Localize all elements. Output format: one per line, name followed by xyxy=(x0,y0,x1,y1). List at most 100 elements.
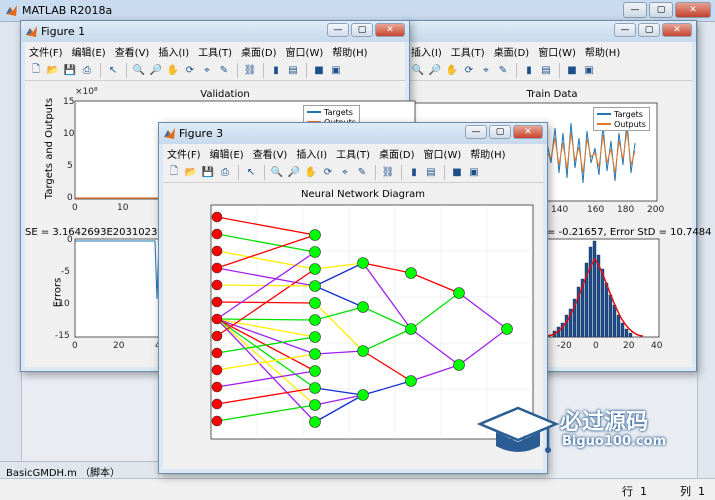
fig1-menu-window[interactable]: 窗口(W) xyxy=(286,44,324,59)
fig1-menu-desktop[interactable]: 桌面(D) xyxy=(241,44,277,59)
print-icon[interactable]: ⎙ xyxy=(79,63,95,78)
nn-node-input xyxy=(211,398,223,410)
fig1-menu-help[interactable]: 帮助(H) xyxy=(332,44,367,59)
fig3-menu-file[interactable]: 文件(F) xyxy=(167,146,201,161)
figure-3-titlebar[interactable]: Figure 3 — ▢ ✕ xyxy=(159,123,547,144)
fig3-menu-tools[interactable]: 工具(T) xyxy=(336,146,370,161)
nn-node-layer1 xyxy=(309,314,321,326)
brush-icon[interactable]: ✎ xyxy=(495,63,511,78)
maximize-button[interactable]: ▢ xyxy=(649,2,673,18)
open-file-icon[interactable]: 📂 xyxy=(45,63,61,78)
status-bar: 行 1 列 1 xyxy=(0,478,715,500)
editor-file-tab[interactable]: BasicGMDH.m （脚本） xyxy=(0,461,160,479)
zoom-in-icon[interactable]: 🔍 xyxy=(269,165,285,180)
fig2-menu-desktop[interactable]: 桌面(D) xyxy=(494,44,530,59)
fig1-menu-view[interactable]: 查看(V) xyxy=(115,44,150,59)
fig3-close-button[interactable]: ✕ xyxy=(513,125,543,139)
new-figure-icon[interactable]: 🗋 xyxy=(166,165,182,180)
fig3-menu-desktop[interactable]: 桌面(D) xyxy=(379,146,415,161)
fig3-maximize-button[interactable]: ▢ xyxy=(489,125,511,139)
link-plot-icon[interactable]: ⛓ xyxy=(242,63,258,78)
fig2-hist-xtick-0: 0 xyxy=(593,341,599,351)
new-figure-icon[interactable]: 🗋 xyxy=(28,63,44,78)
fig1-top-ylabel: Targets and Outputs xyxy=(44,97,56,200)
hide-tools-icon[interactable]: ■ xyxy=(311,63,327,78)
legend-icon[interactable]: ▤ xyxy=(285,63,301,78)
rotate-icon[interactable]: ⟳ xyxy=(182,63,198,78)
legend-icon[interactable]: ▤ xyxy=(538,63,554,78)
zoom-in-icon[interactable]: 🔍 xyxy=(131,63,147,78)
fig1-xtick-0: 0 xyxy=(72,203,78,213)
colorbar-icon[interactable]: ▮ xyxy=(406,165,422,180)
left-panel-strip xyxy=(0,22,22,478)
fig1-menu-tools[interactable]: 工具(T) xyxy=(198,44,232,59)
brush-icon[interactable]: ✎ xyxy=(354,165,370,180)
open-file-icon[interactable]: 📂 xyxy=(183,165,199,180)
rotate-icon[interactable]: ⟳ xyxy=(461,63,477,78)
fig2-menu-insert[interactable]: 插入(I) xyxy=(411,44,442,59)
save-icon[interactable]: 💾 xyxy=(62,63,78,78)
fig2-maximize-button[interactable]: ▢ xyxy=(638,23,660,37)
fig2-minimize-button[interactable]: — xyxy=(614,23,636,37)
link-plot-icon[interactable]: ⛓ xyxy=(380,165,396,180)
fig2-menu-tools[interactable]: 工具(T) xyxy=(451,44,485,59)
fig1-menu-file[interactable]: 文件(F) xyxy=(29,44,63,59)
save-icon[interactable]: 💾 xyxy=(200,165,216,180)
pan-icon[interactable]: ✋ xyxy=(303,165,319,180)
figure-1-titlebar[interactable]: Figure 1 — ▢ ✕ xyxy=(21,21,409,42)
fig2-menu-window[interactable]: 窗口(W) xyxy=(538,44,576,59)
fig1-close-button[interactable]: ✕ xyxy=(375,23,405,37)
hide-tools-icon[interactable]: ■ xyxy=(564,63,580,78)
fig1-menubar: 文件(F) 编辑(E) 查看(V) 插入(I) 工具(T) 桌面(D) 窗口(W… xyxy=(25,42,405,60)
fig3-menu-view[interactable]: 查看(V) xyxy=(253,146,288,161)
legend-icon[interactable]: ▤ xyxy=(423,165,439,180)
zoom-out-icon[interactable]: 🔎 xyxy=(427,63,443,78)
fig1-maximize-button[interactable]: ▢ xyxy=(351,23,373,37)
rotate-icon[interactable]: ⟳ xyxy=(320,165,336,180)
figure-2-titlebar[interactable]: — ▢ ✕ xyxy=(403,21,696,42)
brush-icon[interactable]: ✎ xyxy=(216,63,232,78)
close-button[interactable]: ✕ xyxy=(675,2,711,18)
colorbar-icon[interactable]: ▮ xyxy=(521,63,537,78)
data-cursor-icon[interactable]: ⌖ xyxy=(199,63,215,78)
zoom-out-icon[interactable]: 🔎 xyxy=(148,63,164,78)
train-data-title: Train Data xyxy=(526,89,578,100)
show-tools-icon[interactable]: ▣ xyxy=(581,63,597,78)
status-row: 行 1 xyxy=(622,485,647,498)
fig2-hist-xtick-20: 20 xyxy=(623,341,635,351)
pan-icon[interactable]: ✋ xyxy=(444,63,460,78)
fig1-ytick-5: 5 xyxy=(67,161,73,171)
fig1-ytick-10: 10 xyxy=(63,129,75,139)
edit-plot-icon[interactable]: ↖ xyxy=(243,165,259,180)
fig2-xtick-160: 160 xyxy=(587,205,605,215)
fig3-minimize-button[interactable]: — xyxy=(465,125,487,139)
figure-1-title: Figure 1 xyxy=(41,25,86,38)
fig2-menu-help[interactable]: 帮助(H) xyxy=(585,44,620,59)
show-tools-icon[interactable]: ▣ xyxy=(328,63,344,78)
colorbar-icon[interactable]: ▮ xyxy=(268,63,284,78)
fig1-exponent-label: ×10⁸ xyxy=(75,87,98,97)
fig1-minimize-button[interactable]: — xyxy=(327,23,349,37)
pan-icon[interactable]: ✋ xyxy=(165,63,181,78)
fig3-menu-window[interactable]: 窗口(W) xyxy=(424,146,462,161)
matlab-logo-icon xyxy=(6,5,17,16)
nn-node-layer4 xyxy=(453,287,465,299)
show-tools-icon[interactable]: ▣ xyxy=(466,165,482,180)
zoom-out-icon[interactable]: 🔎 xyxy=(286,165,302,180)
site-watermark: 必过源码 Biguo100.com xyxy=(476,400,688,462)
minimize-button[interactable]: — xyxy=(623,2,647,18)
fig1-menu-insert[interactable]: 插入(I) xyxy=(158,44,189,59)
edit-plot-icon[interactable]: ↖ xyxy=(105,63,121,78)
fig3-menu-help[interactable]: 帮助(H) xyxy=(470,146,505,161)
fig3-menu-insert[interactable]: 插入(I) xyxy=(296,146,327,161)
fig1-toolbar: 🗋 📂 💾 ⎙ ↖ 🔍 🔎 ✋ ⟳ ⌖ ✎ ⛓ ▮ ▤ ■ ▣ xyxy=(25,60,405,81)
watermark-url: Biguo100.com xyxy=(562,434,667,449)
fig2-close-button[interactable]: ✕ xyxy=(662,23,692,37)
data-cursor-icon[interactable]: ⌖ xyxy=(337,165,353,180)
data-cursor-icon[interactable]: ⌖ xyxy=(478,63,494,78)
fig3-menu-edit[interactable]: 编辑(E) xyxy=(210,146,244,161)
print-icon[interactable]: ⎙ xyxy=(217,165,233,180)
hide-tools-icon[interactable]: ■ xyxy=(449,165,465,180)
fig1-menu-edit[interactable]: 编辑(E) xyxy=(72,44,106,59)
zoom-in-icon[interactable]: 🔍 xyxy=(410,63,426,78)
